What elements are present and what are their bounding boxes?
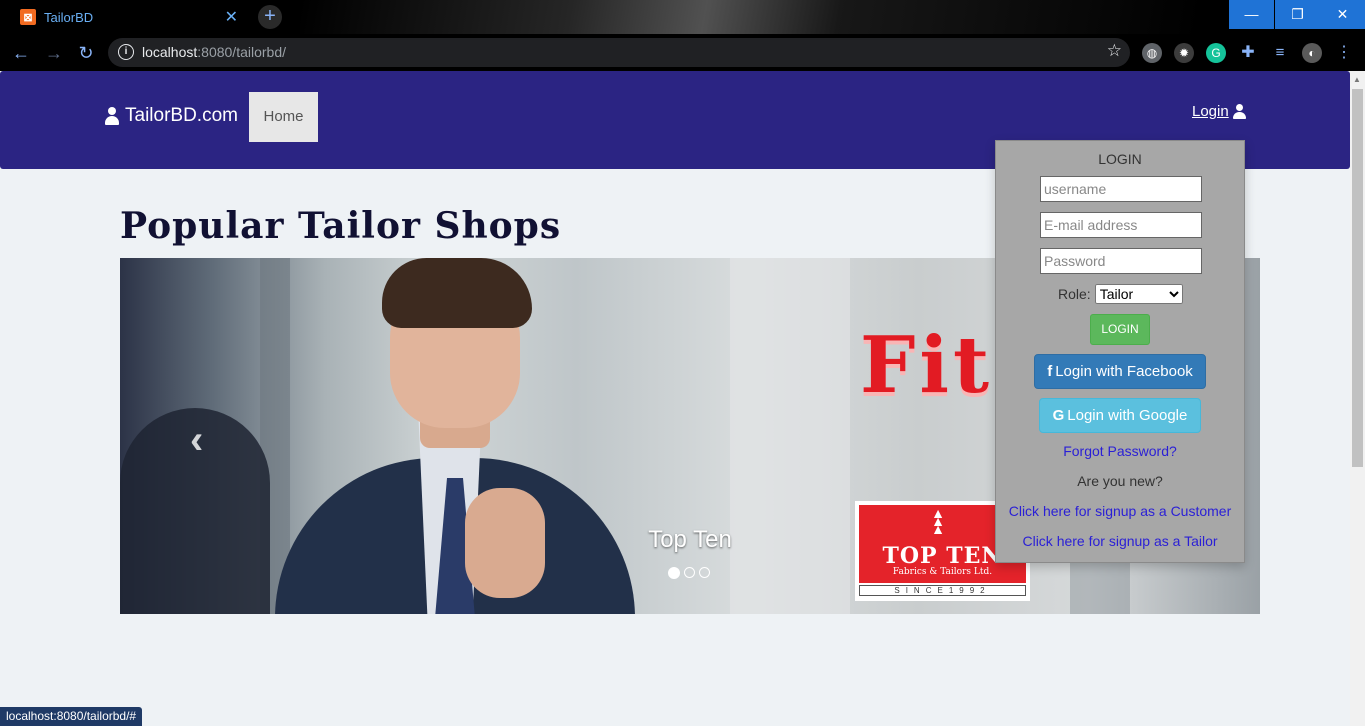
user-icon [1232, 104, 1246, 119]
back-arrow-icon[interactable]: ← [9, 41, 33, 65]
bookmark-star-icon[interactable]: ☆ [1107, 41, 1122, 61]
new-user-prompt: Are you new? [1077, 473, 1163, 489]
background-column [730, 258, 850, 614]
brand-link[interactable]: TailorBD.com [104, 105, 238, 127]
window-minimize-button[interactable]: — [1229, 0, 1274, 29]
forward-arrow-icon[interactable]: → [42, 41, 66, 65]
address-bar[interactable]: i localhost:8080/tailorbd/ ☆ [108, 38, 1130, 67]
role-select[interactable]: Tailor [1094, 284, 1183, 304]
google-login-label: Login with Google [1067, 407, 1188, 424]
url-host: localhost [142, 44, 198, 60]
browser-tab[interactable]: ⊠ TailorBD ✕ [8, 0, 248, 34]
role-label: Role: [1058, 286, 1091, 302]
carousel-prev-chevron-icon[interactable]: ‹ [190, 418, 203, 463]
status-bar-url: localhost:8080/tailorbd/# [0, 707, 143, 726]
login-dropdown: LOGIN Role: Tailor LOGIN fLogin with Fac… [995, 140, 1245, 563]
extensions-puzzle-icon[interactable]: ✚ [1238, 43, 1258, 63]
page-scrollbar[interactable]: ▲ [1350, 71, 1365, 726]
scroll-up-arrow-icon[interactable]: ▲ [1353, 75, 1361, 84]
tab-title: TailorBD [44, 9, 94, 25]
profile-avatar-icon[interactable]: ◐ [1302, 43, 1322, 63]
slide-brand-text: Fit [860, 320, 994, 411]
grammarly-extension-icon[interactable]: G [1206, 43, 1226, 63]
login-button[interactable]: LOGIN [1090, 314, 1150, 345]
facebook-icon: f [1047, 363, 1053, 380]
carousel-indicator[interactable] [684, 567, 695, 578]
window-close-button[interactable]: ✕ [1320, 0, 1365, 29]
url-path: :8080/tailorbd/ [197, 44, 286, 60]
google-icon: G [1052, 407, 1065, 424]
carousel-indicator[interactable] [668, 567, 680, 579]
google-login-button[interactable]: G Login with Google [1039, 398, 1201, 433]
reload-icon[interactable]: ↻ [74, 41, 98, 65]
gear-extension-icon[interactable]: ✹ [1174, 43, 1194, 63]
tab-close-icon[interactable]: ✕ [225, 7, 238, 27]
brand-text: TailorBD.com [125, 105, 238, 126]
browser-menu-icon[interactable]: ⋮ [1334, 43, 1354, 63]
nav-home[interactable]: Home [249, 92, 318, 142]
password-input[interactable] [1040, 248, 1202, 274]
facebook-login-label: Login with Facebook [1055, 363, 1193, 380]
url-text[interactable]: localhost:8080/tailorbd/ [142, 44, 286, 60]
titlebar-background [300, 0, 1200, 34]
carousel-indicators [668, 567, 710, 579]
role-row: Role: Tailor [1058, 284, 1183, 304]
login-title: LOGIN [1098, 151, 1142, 167]
facebook-login-button[interactable]: f Login with Facebook [1034, 354, 1206, 389]
nav-login-text: Login [1192, 103, 1229, 120]
window-restore-button[interactable]: ❐ [1275, 0, 1320, 29]
username-input[interactable] [1040, 176, 1202, 202]
email-input[interactable] [1040, 212, 1202, 238]
signup-customer-link[interactable]: Click here for signup as a Customer [996, 503, 1244, 519]
model-hair [382, 258, 532, 328]
xampp-favicon-icon: ⊠ [20, 9, 36, 25]
browser-titlebar: ⊠ TailorBD ✕ + — ❐ ✕ [0, 0, 1365, 34]
page-heading: Popular Tailor Shops [120, 205, 562, 247]
browser-toolbar: ← → ↻ i localhost:8080/tailorbd/ ☆ ◍ ✹ G… [0, 34, 1365, 71]
signup-tailor-link[interactable]: Click here for signup as a Tailor [996, 533, 1244, 549]
user-icon [104, 107, 120, 125]
media-queue-icon[interactable]: ≡ [1270, 43, 1290, 63]
nav-login-link[interactable]: Login [1192, 103, 1246, 120]
site-info-icon[interactable]: i [118, 44, 134, 60]
forgot-password-link[interactable]: Forgot Password? [996, 443, 1244, 459]
carousel-indicator[interactable] [699, 567, 710, 578]
new-tab-button[interactable]: + [258, 5, 282, 29]
scrollbar-thumb[interactable] [1352, 89, 1363, 467]
globe-extension-icon[interactable]: ◍ [1142, 43, 1162, 63]
